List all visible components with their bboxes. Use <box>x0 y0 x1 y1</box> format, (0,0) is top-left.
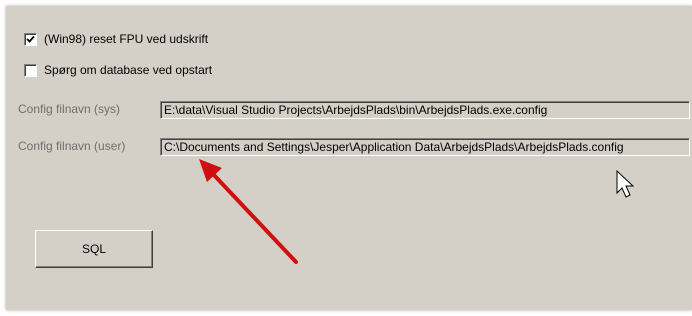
annotation-arrow <box>199 159 298 264</box>
arrow-cursor-icon <box>616 169 635 198</box>
annotation-overlay <box>199 159 635 264</box>
arrow-shaft <box>211 172 298 264</box>
